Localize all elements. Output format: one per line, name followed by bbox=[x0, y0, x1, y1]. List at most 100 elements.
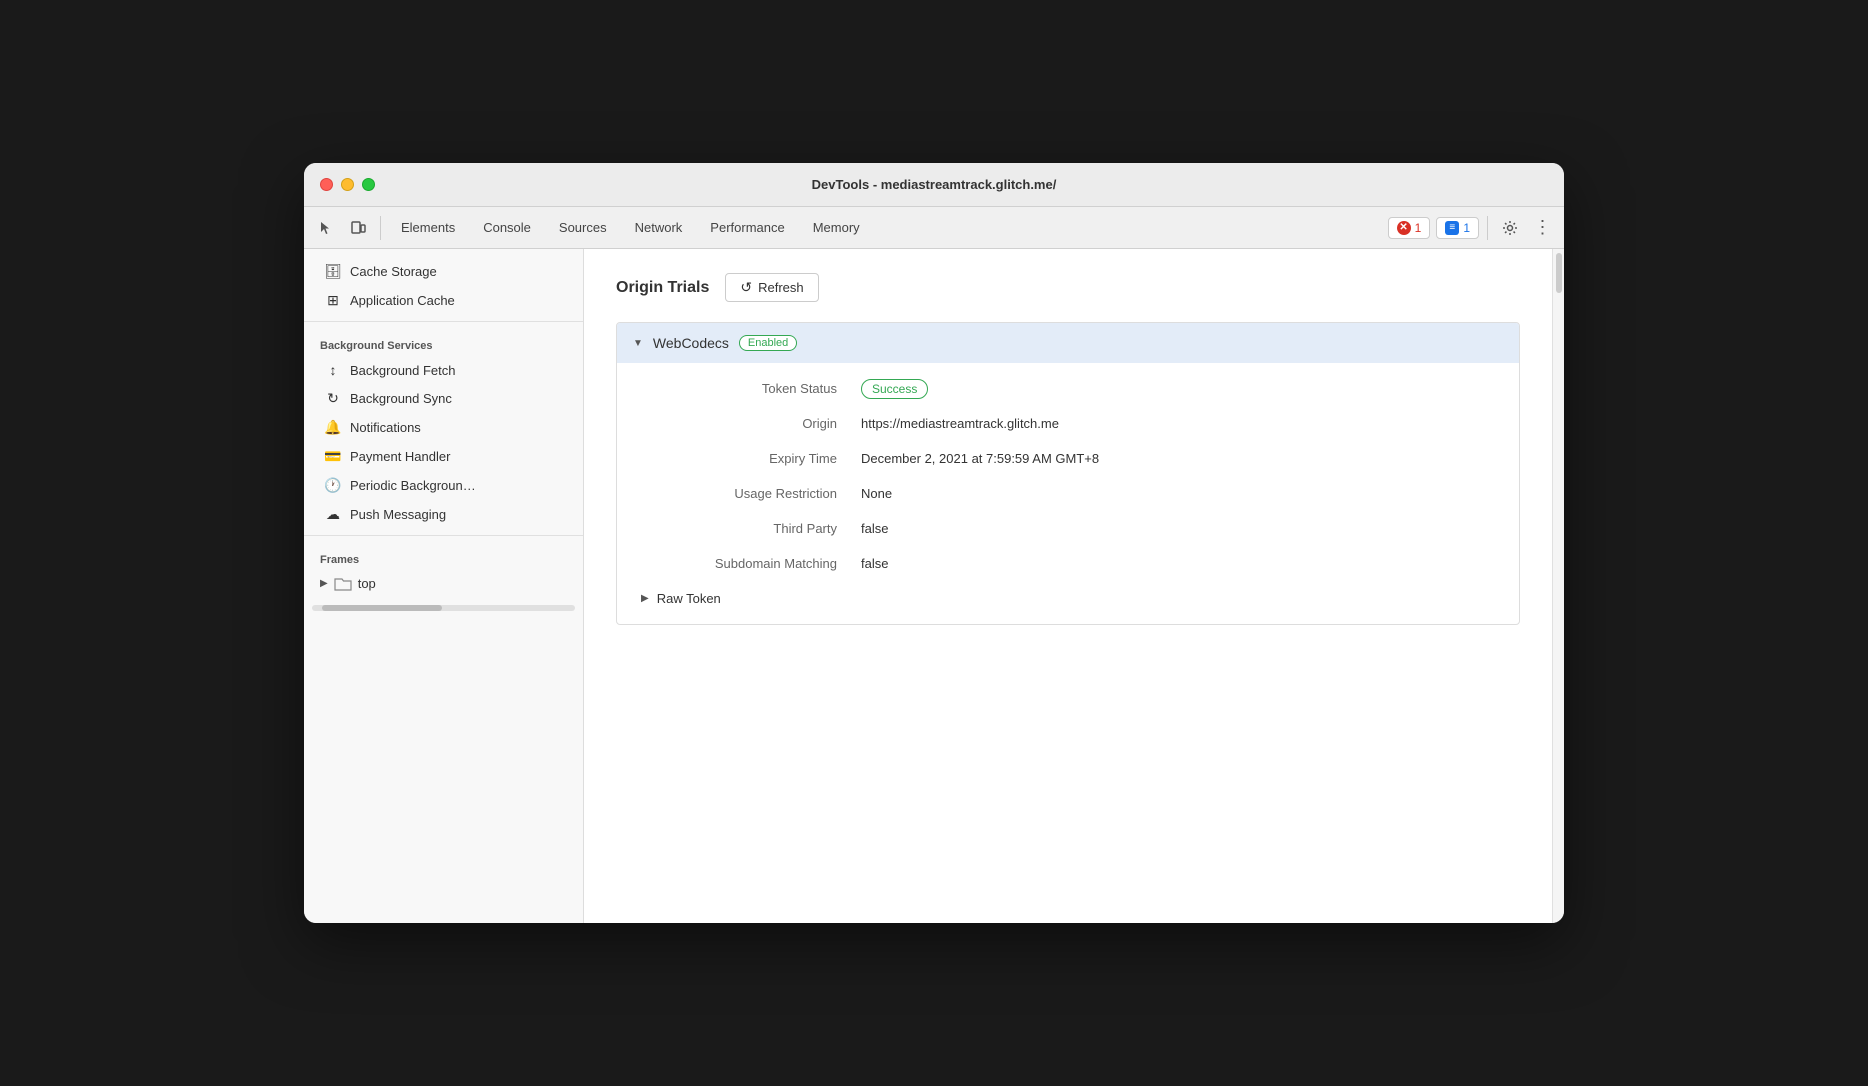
tab-network[interactable]: Network bbox=[623, 214, 695, 241]
sidebar-item-periodic-background[interactable]: 🕐 Periodic Backgroun… bbox=[304, 471, 583, 500]
application-cache-icon: ⊞ bbox=[324, 292, 342, 309]
sidebar-item-notifications-label: Notifications bbox=[350, 420, 421, 435]
devtools-body: 🗄 Cache Storage ⊞ Application Cache Back… bbox=[304, 249, 1564, 923]
maximize-button[interactable] bbox=[362, 178, 375, 191]
expiry-label: Expiry Time bbox=[641, 451, 861, 466]
enabled-badge: Enabled bbox=[739, 335, 797, 351]
cache-storage-icon: 🗄 bbox=[324, 263, 342, 280]
sidebar-scrollbar-track[interactable] bbox=[312, 605, 575, 611]
refresh-button[interactable]: ↺ Refresh bbox=[725, 273, 818, 302]
info-row-third-party: Third Party false bbox=[617, 511, 1519, 546]
background-fetch-icon: ↕ bbox=[324, 362, 342, 378]
info-row-expiry: Expiry Time December 2, 2021 at 7:59:59 … bbox=[617, 441, 1519, 476]
toolbar-separator-1 bbox=[380, 216, 381, 240]
sidebar-item-push-messaging-label: Push Messaging bbox=[350, 507, 446, 522]
periodic-background-icon: 🕐 bbox=[324, 477, 342, 494]
raw-token-row[interactable]: ▶ Raw Token bbox=[617, 581, 1519, 616]
sidebar-item-background-fetch[interactable]: ↕ Background Fetch bbox=[304, 356, 583, 384]
sidebar-item-payment-handler[interactable]: 💳 Payment Handler bbox=[304, 442, 583, 471]
traffic-lights bbox=[320, 178, 375, 191]
info-icon: ≡ bbox=[1445, 221, 1459, 235]
sidebar-item-cache-storage[interactable]: 🗄 Cache Storage bbox=[304, 257, 583, 286]
origin-value: https://mediastreamtrack.glitch.me bbox=[861, 416, 1495, 431]
usage-restriction-label: Usage Restriction bbox=[641, 486, 861, 501]
window-title: DevTools - mediastreamtrack.glitch.me/ bbox=[812, 177, 1057, 192]
tab-console[interactable]: Console bbox=[471, 214, 543, 241]
device-icon bbox=[350, 220, 366, 236]
titlebar: DevTools - mediastreamtrack.glitch.me/ bbox=[304, 163, 1564, 207]
subdomain-matching-value: false bbox=[861, 556, 1495, 571]
info-badge-button[interactable]: ≡ 1 bbox=[1436, 217, 1479, 239]
push-messaging-icon: ☁ bbox=[324, 506, 342, 523]
panel-header: Origin Trials ↺ Refresh bbox=[616, 273, 1520, 302]
trial-name: WebCodecs bbox=[653, 335, 729, 351]
close-button[interactable] bbox=[320, 178, 333, 191]
sidebar-item-background-sync[interactable]: ↻ Background Sync bbox=[304, 384, 583, 413]
settings-button[interactable] bbox=[1496, 214, 1524, 242]
sidebar-item-notifications[interactable]: 🔔 Notifications bbox=[304, 413, 583, 442]
info-row-usage-restriction: Usage Restriction None bbox=[617, 476, 1519, 511]
error-badge-button[interactable]: ✕ 1 bbox=[1388, 217, 1431, 239]
frame-arrow-icon: ▶ bbox=[320, 578, 328, 589]
success-badge: Success bbox=[861, 379, 928, 399]
sidebar-item-periodic-background-label: Periodic Backgroun… bbox=[350, 478, 476, 493]
right-scrollbar-thumb[interactable] bbox=[1556, 253, 1562, 293]
sidebar-item-push-messaging[interactable]: ☁ Push Messaging bbox=[304, 500, 583, 529]
third-party-label: Third Party bbox=[641, 521, 861, 536]
token-status-value: Success bbox=[861, 381, 1495, 396]
info-row-token-status: Token Status Success bbox=[617, 371, 1519, 406]
panel-title: Origin Trials bbox=[616, 279, 709, 297]
sidebar-divider-1 bbox=[304, 321, 583, 322]
raw-token-arrow-icon: ▶ bbox=[641, 593, 649, 604]
right-scrollbar[interactable] bbox=[1552, 249, 1564, 923]
toolbar-separator-2 bbox=[1487, 216, 1488, 240]
subdomain-matching-label: Subdomain Matching bbox=[641, 556, 861, 571]
main-panel: Origin Trials ↺ Refresh ▼ WebCodecs Enab… bbox=[584, 249, 1552, 923]
devtools-window: DevTools - mediastreamtrack.glitch.me/ E… bbox=[304, 163, 1564, 923]
background-services-header: Background Services bbox=[304, 328, 583, 356]
select-tool-button[interactable] bbox=[312, 214, 340, 242]
gear-icon bbox=[1502, 220, 1518, 236]
sidebar: 🗄 Cache Storage ⊞ Application Cache Back… bbox=[304, 249, 584, 923]
sidebar-item-application-cache[interactable]: ⊞ Application Cache bbox=[304, 286, 583, 315]
payment-handler-icon: 💳 bbox=[324, 448, 342, 465]
trial-collapse-arrow: ▼ bbox=[633, 338, 643, 349]
more-dots-icon: ⋮ bbox=[1534, 217, 1551, 238]
token-status-label: Token Status bbox=[641, 381, 861, 396]
third-party-value: false bbox=[861, 521, 1495, 536]
device-toggle-button[interactable] bbox=[344, 214, 372, 242]
sidebar-scrollbar-thumb[interactable] bbox=[322, 605, 442, 611]
tab-sources[interactable]: Sources bbox=[547, 214, 619, 241]
origin-label: Origin bbox=[641, 416, 861, 431]
sidebar-item-frames-top[interactable]: ▶ top bbox=[304, 570, 583, 597]
cursor-icon bbox=[318, 220, 334, 236]
more-options-button[interactable]: ⋮ bbox=[1528, 214, 1556, 242]
sidebar-item-cache-storage-label: Cache Storage bbox=[350, 264, 437, 279]
frames-header: Frames bbox=[304, 542, 583, 570]
tab-elements[interactable]: Elements bbox=[389, 214, 467, 241]
trial-header[interactable]: ▼ WebCodecs Enabled bbox=[617, 323, 1519, 363]
raw-token-label: Raw Token bbox=[657, 591, 721, 606]
sidebar-item-application-cache-label: Application Cache bbox=[350, 293, 455, 308]
devtools-toolbar: Elements Console Sources Network Perform… bbox=[304, 207, 1564, 249]
error-count: 1 bbox=[1415, 221, 1422, 235]
sidebar-item-background-fetch-label: Background Fetch bbox=[350, 363, 456, 378]
background-sync-icon: ↻ bbox=[324, 390, 342, 407]
trial-row: ▼ WebCodecs Enabled Token Status Success bbox=[616, 322, 1520, 625]
info-count: 1 bbox=[1463, 221, 1470, 235]
sidebar-item-background-sync-label: Background Sync bbox=[350, 391, 452, 406]
folder-icon bbox=[334, 576, 352, 591]
minimize-button[interactable] bbox=[341, 178, 354, 191]
error-icon: ✕ bbox=[1397, 221, 1411, 235]
sidebar-divider-2 bbox=[304, 535, 583, 536]
info-row-origin: Origin https://mediastreamtrack.glitch.m… bbox=[617, 406, 1519, 441]
info-row-subdomain-matching: Subdomain Matching false bbox=[617, 546, 1519, 581]
sidebar-item-payment-handler-label: Payment Handler bbox=[350, 449, 450, 464]
refresh-icon: ↺ bbox=[740, 279, 752, 296]
tab-memory[interactable]: Memory bbox=[801, 214, 872, 241]
tab-performance[interactable]: Performance bbox=[698, 214, 796, 241]
trial-body: Token Status Success Origin https://medi… bbox=[617, 363, 1519, 624]
refresh-button-label: Refresh bbox=[758, 280, 804, 295]
usage-restriction-value: None bbox=[861, 486, 1495, 501]
sidebar-item-frames-top-label: top bbox=[358, 576, 376, 591]
